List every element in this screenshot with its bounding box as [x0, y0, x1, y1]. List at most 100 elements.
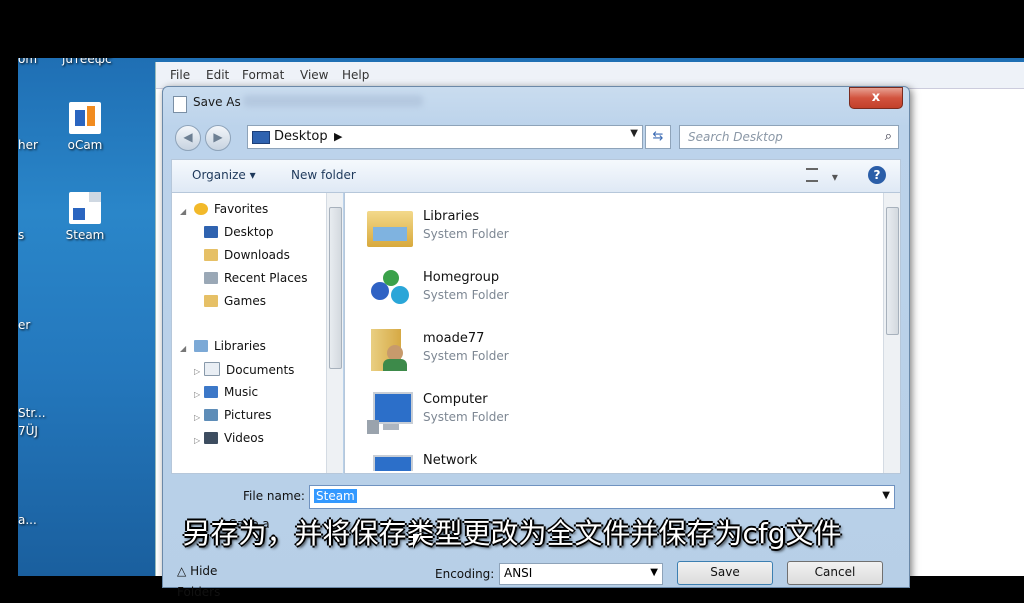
file-type: System Folder: [423, 349, 509, 363]
organize-button[interactable]: Organize ▾: [192, 168, 256, 182]
nav-music[interactable]: Music: [204, 385, 258, 399]
file-type: System Folder: [423, 288, 509, 302]
breadcrumb-chevron-icon[interactable]: ▶: [334, 130, 342, 143]
nav-label: Pictures: [224, 408, 272, 422]
nav-scrollbar[interactable]: [326, 193, 343, 473]
back-arrow-icon: ◀: [183, 130, 193, 144]
nav-libraries[interactable]: Libraries: [194, 339, 266, 353]
desktop-icon-steam[interactable]: Steam: [50, 192, 120, 242]
recent-places-icon: [204, 272, 218, 284]
blurred-path: [243, 95, 423, 107]
file-item-user[interactable]: moade77 System Folder: [365, 321, 665, 377]
notepad-doc-icon: [173, 96, 187, 113]
expand-arrow-icon[interactable]: ◢: [180, 344, 186, 353]
search-input[interactable]: Search Desktop ⌕: [679, 125, 899, 149]
file-name-label: File name:: [243, 489, 305, 503]
file-item-computer[interactable]: Computer System Folder: [365, 382, 665, 438]
desktop-cut-text: juтеефс: [62, 58, 112, 66]
nav-label: Desktop: [224, 225, 274, 239]
collapsed-arrow-icon[interactable]: ▷: [194, 436, 200, 445]
close-button[interactable]: x: [849, 87, 903, 109]
file-type: System Folder: [423, 227, 509, 241]
nav-games[interactable]: Games: [204, 294, 266, 308]
menu-help[interactable]: Help: [342, 68, 369, 82]
scroll-thumb[interactable]: [886, 207, 899, 335]
file-name-value: Steam: [314, 489, 357, 503]
file-list-pane: Libraries System Folder Homegroup System…: [344, 192, 901, 474]
file-list-scrollbar[interactable]: [883, 193, 900, 473]
nav-recent-places[interactable]: Recent Places: [204, 271, 307, 285]
nav-label: Downloads: [224, 248, 290, 262]
collapsed-arrow-icon[interactable]: ▷: [194, 367, 200, 376]
file-type: System Folder: [423, 410, 509, 424]
desktop-cut-label: Str...: [18, 406, 46, 420]
cancel-button[interactable]: Cancel: [787, 561, 883, 585]
downloads-folder-icon: [204, 249, 218, 261]
new-folder-button[interactable]: New folder: [291, 168, 356, 182]
nav-pictures[interactable]: Pictures: [204, 408, 272, 422]
nav-label: Documents: [226, 363, 295, 377]
save-button[interactable]: Save: [677, 561, 773, 585]
notepad-menu-bar: File Edit Format View Help: [156, 62, 1024, 89]
dialog-toolbar: Organize ▾ New folder ▾ ?: [171, 159, 901, 193]
nav-videos[interactable]: Videos: [204, 431, 264, 445]
libraries-icon: [194, 340, 208, 352]
ocam-shortcut-icon: [69, 102, 101, 134]
desktop-cut-label: s: [18, 228, 25, 242]
documents-icon: [204, 362, 220, 376]
nav-documents[interactable]: Documents: [204, 362, 294, 377]
file-name-field[interactable]: Steam ▼: [309, 485, 895, 509]
expand-arrow-icon[interactable]: ◢: [180, 207, 186, 216]
desktop-cut-label: er: [18, 318, 31, 332]
refresh-button[interactable]: ⇆: [645, 125, 671, 149]
search-placeholder: Search Desktop: [688, 130, 783, 144]
forward-button[interactable]: ▶: [205, 125, 231, 151]
video-letterbox-left: [0, 58, 18, 576]
nav-downloads[interactable]: Downloads: [204, 248, 290, 262]
address-dropdown-icon[interactable]: ▼: [630, 128, 638, 139]
desktop-icon-ocam[interactable]: oCam: [50, 102, 120, 152]
videos-icon: [204, 432, 218, 444]
address-text: Desktop: [274, 129, 328, 144]
mouse-cursor-icon: [413, 534, 427, 548]
back-button[interactable]: ◀: [175, 125, 201, 151]
games-folder-icon: [204, 295, 218, 307]
file-item-network[interactable]: Network: [365, 443, 665, 471]
file-item-libraries[interactable]: Libraries System Folder: [365, 199, 665, 255]
file-item-homegroup[interactable]: Homegroup System Folder: [365, 260, 665, 316]
navigation-pane: ◢ Favorites Desktop Downloads Recent Pla…: [171, 192, 343, 474]
hide-folders-button[interactable]: △ Hide Folders: [177, 561, 257, 599]
music-note-icon: [204, 386, 218, 398]
user-folder-icon: [365, 325, 415, 371]
encoding-select[interactable]: ANSI ▼: [499, 563, 663, 585]
help-icon[interactable]: ?: [868, 166, 886, 184]
scroll-thumb[interactable]: [329, 207, 342, 369]
menu-view[interactable]: View: [300, 68, 328, 82]
pictures-icon: [204, 409, 218, 421]
file-name: Libraries: [423, 209, 480, 224]
collapsed-arrow-icon[interactable]: ▷: [194, 390, 200, 399]
file-name: Network: [423, 453, 478, 468]
desktop-icon-label: Steam: [65, 228, 105, 242]
dialog-title: Save As: [193, 95, 241, 109]
nav-favorites[interactable]: Favorites: [194, 202, 268, 216]
encoding-dropdown-icon: ▼: [650, 567, 658, 578]
search-icon: ⌕: [884, 129, 892, 144]
collapsed-arrow-icon[interactable]: ▷: [194, 413, 200, 422]
menu-file[interactable]: File: [170, 68, 190, 82]
nav-desktop[interactable]: Desktop: [204, 225, 274, 239]
menu-edit[interactable]: Edit: [206, 68, 229, 82]
desktop-folder-icon: [252, 131, 270, 144]
menu-format[interactable]: Format: [242, 68, 284, 82]
address-bar[interactable]: Desktop ▶ ▼: [247, 125, 643, 149]
network-icon: [365, 447, 415, 471]
forward-arrow-icon: ▶: [213, 130, 223, 144]
view-dropdown-icon: ▾: [831, 170, 838, 184]
desktop-icon-label: oCam: [67, 138, 103, 152]
view-options-button[interactable]: ▾: [806, 168, 838, 184]
nav-label: Music: [224, 385, 259, 399]
encoding-value: ANSI: [504, 566, 533, 580]
video-subtitle: 另存为，并将保存类型更改为全文件并保存为cfg文件: [182, 517, 842, 550]
file-name-dropdown-icon[interactable]: ▼: [882, 490, 890, 501]
steam-shortcut-icon: [69, 192, 101, 224]
